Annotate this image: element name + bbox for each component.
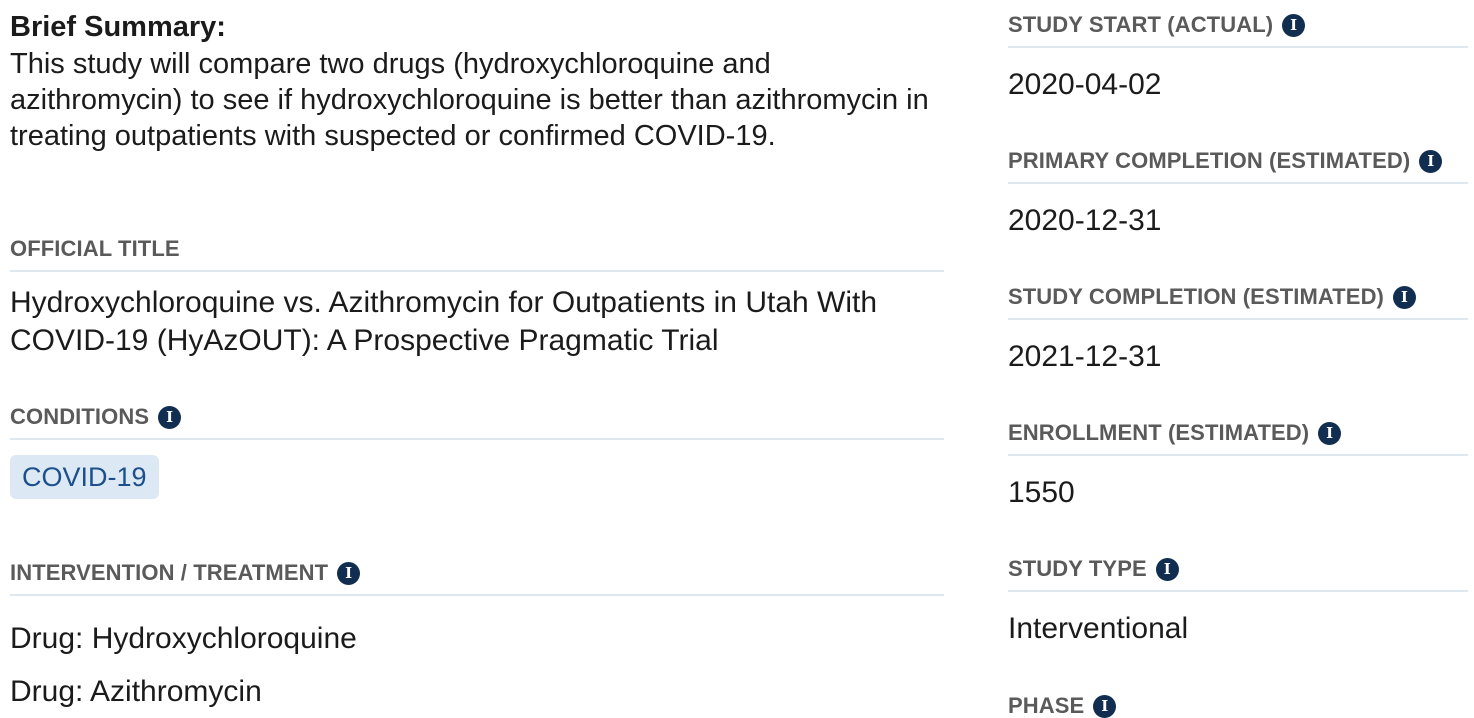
brief-summary-heading: Brief Summary: — [10, 11, 226, 43]
intervention-item: Drug: Azithromycin — [10, 675, 262, 708]
left-column: Brief Summary: This study will compare t… — [10, 8, 944, 708]
study-start-label-text: STUDY START (ACTUAL) — [1008, 12, 1274, 37]
official-title-value: Hydroxychloroquine vs. Azithromycin for … — [10, 286, 878, 357]
info-icon[interactable]: i — [1419, 149, 1443, 173]
intervention-treatment-label: INTERVENTION / TREATMENT i — [10, 556, 944, 596]
info-icon[interactable]: i — [337, 561, 361, 585]
info-icon[interactable]: i — [1093, 694, 1117, 718]
phase-label: PHASE i — [1008, 688, 1468, 718]
phase-label-text: PHASE — [1008, 693, 1085, 718]
enrollment-label-text: ENROLLMENT (ESTIMATED) — [1008, 420, 1310, 445]
enrollment-label: ENROLLMENT (ESTIMATED) i — [1008, 416, 1468, 456]
condition-tag[interactable]: COVID-19 — [10, 455, 159, 499]
conditions-label-text: CONDITIONS — [10, 404, 150, 429]
study-type-value: Interventional — [1008, 612, 1189, 645]
study-completion-label-text: STUDY COMPLETION (ESTIMATED) — [1008, 284, 1384, 309]
info-icon[interactable]: i — [158, 405, 182, 429]
brief-summary-text: This study will compare two drugs (hydro… — [10, 48, 929, 152]
intervention-list: Drug: Hydroxychloroquine Drug: Azithromy… — [10, 612, 944, 718]
conditions-tag-list: COVID-19 — [10, 455, 159, 499]
official-title-label-text: OFFICIAL TITLE — [10, 236, 180, 261]
official-title-label: OFFICIAL TITLE — [10, 232, 944, 272]
study-start-label: STUDY START (ACTUAL) i — [1008, 8, 1468, 48]
intervention-item: Drug: Hydroxychloroquine — [10, 622, 357, 655]
enrollment-value: 1550 — [1008, 476, 1075, 509]
primary-completion-label: PRIMARY COMPLETION (ESTIMATED) i — [1008, 144, 1468, 184]
info-icon[interactable]: i — [1318, 421, 1342, 445]
study-completion-value: 2021-12-31 — [1008, 340, 1162, 373]
primary-completion-value: 2020-12-31 — [1008, 204, 1162, 237]
study-start-value: 2020-04-02 — [1008, 68, 1162, 101]
conditions-label: CONDITIONS i — [10, 400, 944, 440]
info-icon[interactable]: i — [1392, 285, 1416, 309]
study-type-label: STUDY TYPE i — [1008, 552, 1468, 592]
intervention-treatment-label-text: INTERVENTION / TREATMENT — [10, 560, 329, 585]
study-details-page: Brief Summary: This study will compare t… — [0, 0, 1474, 718]
study-completion-label: STUDY COMPLETION (ESTIMATED) i — [1008, 280, 1468, 320]
info-icon[interactable]: i — [1282, 13, 1306, 37]
primary-completion-label-text: PRIMARY COMPLETION (ESTIMATED) — [1008, 148, 1411, 173]
info-icon[interactable]: i — [1155, 557, 1179, 581]
study-type-label-text: STUDY TYPE — [1008, 556, 1147, 581]
